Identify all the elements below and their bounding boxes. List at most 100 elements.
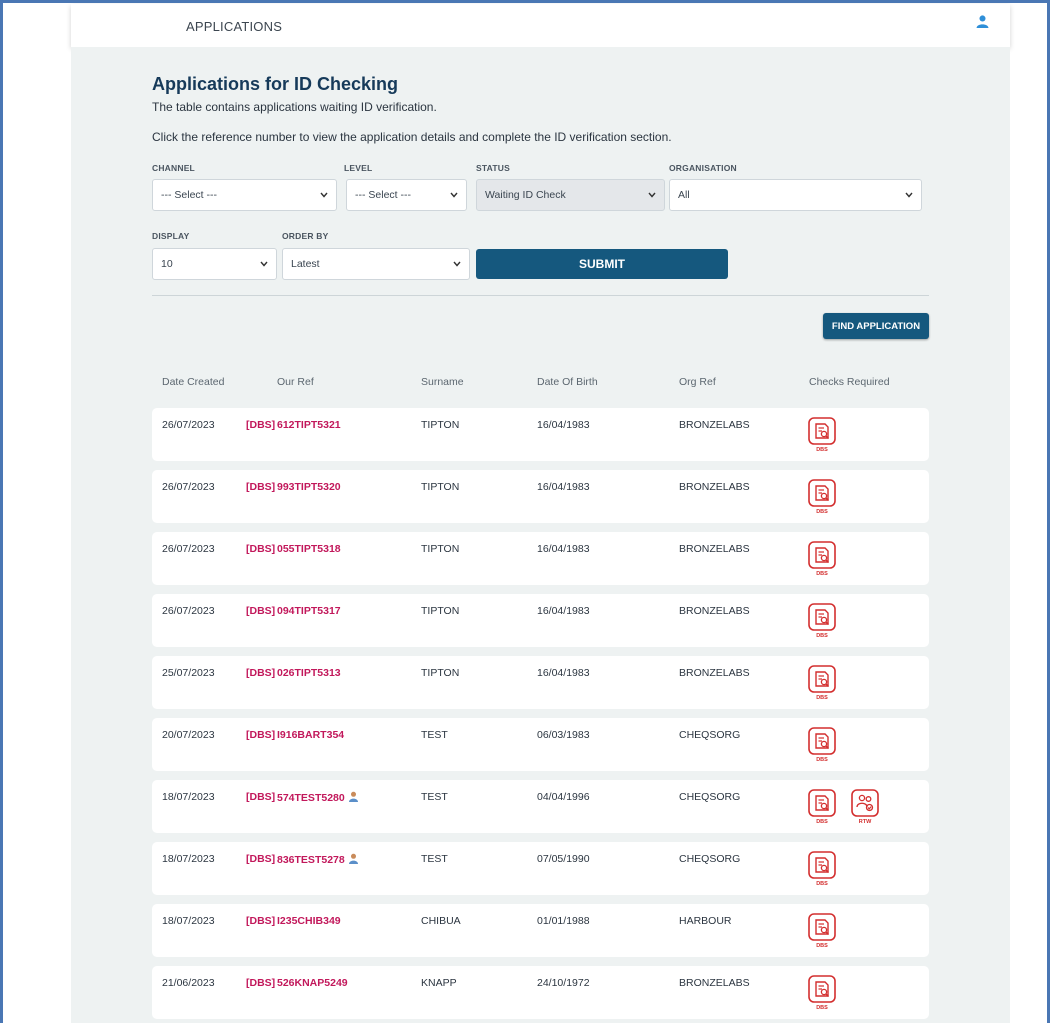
- date-of-birth: 24/10/1972: [537, 977, 590, 989]
- check-dbs[interactable]: DBS: [808, 541, 836, 577]
- application-type: [DBS]: [246, 977, 276, 989]
- channel-select[interactable]: --- Select ---: [152, 179, 337, 211]
- status-select[interactable]: Waiting ID Check: [476, 179, 665, 211]
- document-search-icon: DBS: [808, 913, 836, 949]
- status-label: STATUS: [476, 163, 510, 173]
- find-application-button[interactable]: FIND APPLICATION: [823, 313, 929, 339]
- svg-text:DBS: DBS: [816, 757, 828, 763]
- display-select[interactable]: 10: [152, 248, 277, 280]
- check-dbs[interactable]: DBS: [808, 603, 836, 639]
- document-search-icon: DBS: [808, 727, 836, 763]
- document-search-icon: DBS: [808, 665, 836, 701]
- reference-link[interactable]: 612TIPT5321: [277, 419, 341, 431]
- date-created: 26/07/2023: [162, 481, 215, 493]
- document-search-icon: DBS: [808, 603, 836, 639]
- application-type: [DBS]: [246, 791, 276, 803]
- nav-tab-applications[interactable]: APPLICATIONS: [186, 19, 282, 34]
- person-icon: [348, 791, 358, 802]
- org-ref: BRONZELABS: [679, 667, 750, 679]
- check-dbs[interactable]: DBS: [808, 913, 836, 949]
- people-check-icon: RTW: [851, 789, 879, 825]
- reference-link[interactable]: 055TIPT5318: [277, 543, 341, 555]
- table-row: 18/07/2023 [DBS] 836TEST5278 TEST 07/05/1990…: [152, 842, 929, 895]
- reference-link[interactable]: 836TEST5278: [277, 853, 359, 866]
- check-dbs[interactable]: DBS: [808, 479, 836, 515]
- document-search-icon: DBS: [808, 417, 836, 453]
- date-created: 18/07/2023: [162, 853, 215, 865]
- reference-number[interactable]: 526KNAP5249: [277, 977, 348, 989]
- application-type: [DBS]: [246, 853, 276, 865]
- reference-number[interactable]: 055TIPT5318: [277, 543, 341, 555]
- channel-label: CHANNEL: [152, 163, 195, 173]
- display-label: DISPLAY: [152, 231, 190, 241]
- reference-link[interactable]: 526KNAP5249: [277, 977, 348, 989]
- svg-text:DBS: DBS: [816, 571, 828, 577]
- document-search-icon: DBS: [808, 851, 836, 887]
- date-created: 20/07/2023: [162, 729, 215, 741]
- check-dbs[interactable]: DBS: [808, 851, 836, 887]
- order-by-select[interactable]: Latest: [282, 248, 470, 280]
- level-value: --- Select ---: [355, 189, 411, 201]
- surname: CHIBUA: [421, 915, 461, 927]
- surname: TIPTON: [421, 481, 460, 493]
- organisation-label: ORGANISATION: [669, 163, 737, 173]
- reference-link[interactable]: 026TIPT5313: [277, 667, 341, 679]
- date-of-birth: 16/04/1983: [537, 605, 590, 617]
- date-created: 18/07/2023: [162, 915, 215, 927]
- page-title: Applications for ID Checking: [152, 74, 399, 94]
- reference-number[interactable]: I916BART354: [277, 729, 344, 741]
- column-header-checks-required: Checks Required: [809, 376, 890, 388]
- svg-text:DBS: DBS: [816, 819, 828, 825]
- user-icon[interactable]: [976, 15, 989, 28]
- date-of-birth: 07/05/1990: [537, 853, 590, 865]
- application-type: [DBS]: [246, 543, 276, 555]
- reference-number[interactable]: 026TIPT5313: [277, 667, 341, 679]
- table-row: 26/07/2023 [DBS] 993TIPT5320 TIPTON 16/04/19…: [152, 470, 929, 523]
- check-dbs[interactable]: DBS: [808, 789, 836, 825]
- org-ref: CHEQSORG: [679, 853, 741, 865]
- date-created: 18/07/2023: [162, 791, 215, 803]
- date-of-birth: 16/04/1983: [537, 543, 590, 555]
- table-row: 26/07/2023 [DBS] 094TIPT5317 TIPTON 16/04/19…: [152, 594, 929, 647]
- date-created: 26/07/2023: [162, 419, 215, 431]
- reference-number[interactable]: 612TIPT5321: [277, 419, 341, 431]
- check-dbs[interactable]: DBS: [808, 975, 836, 1011]
- date-created: 25/07/2023: [162, 667, 215, 679]
- org-ref: BRONZELABS: [679, 977, 750, 989]
- surname: TIPTON: [421, 667, 460, 679]
- application-type: [DBS]: [246, 729, 276, 741]
- surname: TIPTON: [421, 605, 460, 617]
- reference-link[interactable]: I235CHIB349: [277, 915, 341, 927]
- reference-link[interactable]: 574TEST5280: [277, 791, 359, 804]
- check-dbs[interactable]: DBS: [808, 665, 836, 701]
- submit-button[interactable]: SUBMIT: [476, 249, 728, 279]
- organisation-select[interactable]: All: [669, 179, 922, 211]
- table-row: 20/07/2023 [DBS] I916BART354 TEST 06/03/1983…: [152, 718, 929, 771]
- org-ref: CHEQSORG: [679, 729, 741, 741]
- column-header-date-of-birth: Date Of Birth: [537, 376, 598, 388]
- reference-number[interactable]: 836TEST5278: [277, 854, 345, 866]
- document-search-icon: DBS: [808, 541, 836, 577]
- order-by-label: ORDER BY: [282, 231, 329, 241]
- reference-link[interactable]: 993TIPT5320: [277, 481, 341, 493]
- org-ref: BRONZELABS: [679, 605, 750, 617]
- date-of-birth: 16/04/1983: [537, 481, 590, 493]
- application-type: [DBS]: [246, 419, 276, 431]
- column-header-date-created: Date Created: [162, 376, 225, 388]
- check-dbs[interactable]: DBS: [808, 417, 836, 453]
- reference-number[interactable]: 094TIPT5317: [277, 605, 341, 617]
- check-dbs[interactable]: DBS: [808, 727, 836, 763]
- reference-number[interactable]: 993TIPT5320: [277, 481, 341, 493]
- svg-text:RTW: RTW: [859, 819, 872, 825]
- check-rtw[interactable]: RTW: [851, 789, 879, 825]
- reference-link[interactable]: I916BART354: [277, 729, 344, 741]
- org-ref: HARBOUR: [679, 915, 732, 927]
- date-of-birth: 04/04/1996: [537, 791, 590, 803]
- chevron-down-icon: [648, 192, 656, 198]
- reference-number[interactable]: I235CHIB349: [277, 915, 341, 927]
- chevron-down-icon: [450, 192, 458, 198]
- date-of-birth: 16/04/1983: [537, 419, 590, 431]
- reference-number[interactable]: 574TEST5280: [277, 792, 345, 804]
- reference-link[interactable]: 094TIPT5317: [277, 605, 341, 617]
- level-select[interactable]: --- Select ---: [346, 179, 467, 211]
